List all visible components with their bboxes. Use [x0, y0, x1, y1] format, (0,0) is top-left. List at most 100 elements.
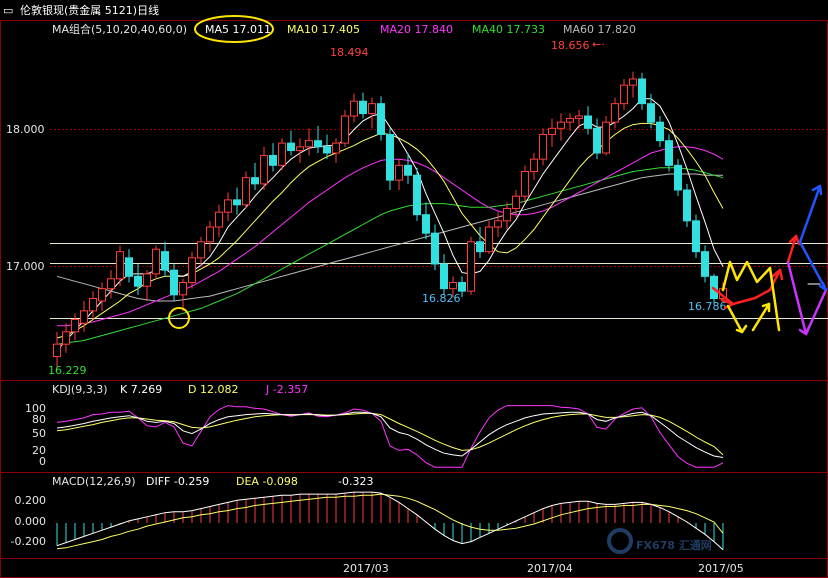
candle — [251, 162, 259, 190]
candle-body — [350, 100, 358, 117]
candle-body — [188, 257, 196, 284]
projection-blue-up-path — [798, 184, 822, 244]
watermark: FX678 汇通网 — [607, 528, 712, 554]
candle-body — [431, 232, 439, 265]
candle-body — [98, 288, 106, 302]
chart-frame — [0, 20, 828, 578]
candle — [152, 245, 160, 279]
candle-body — [134, 275, 142, 287]
macd-tick-neg0200: -0.200 — [11, 535, 46, 548]
candle-body — [701, 251, 709, 277]
macd-series — [56, 491, 724, 551]
candle-body — [179, 282, 187, 296]
candle-body — [602, 121, 610, 154]
candle — [674, 159, 682, 197]
ma60-label: MA60 17.820 — [563, 23, 636, 36]
candle — [629, 71, 637, 98]
window-title: 伦敦银现(贵金属 5121)日线 — [20, 3, 159, 17]
candle-body — [575, 115, 583, 119]
ma-legend: MA组合(5,10,20,40,60,0) MA5 17.011 MA10 17… — [52, 15, 636, 43]
candle-body — [161, 251, 169, 271]
candle — [224, 192, 232, 221]
chart-window: ▭ 伦敦银现(贵金属 5121)日线 MA组合(5,10,20,40,60,0)… — [0, 0, 828, 578]
candle — [413, 167, 421, 221]
candle — [170, 264, 178, 301]
macd-tick-0200: 0.200 — [15, 494, 47, 507]
candle — [422, 202, 430, 240]
candle-body — [449, 282, 457, 290]
projection-magenta-up-path — [804, 288, 828, 336]
kdj-axis: 100 80 50 20 0 — [25, 402, 46, 468]
candle-body — [152, 248, 160, 275]
candle-body — [395, 164, 403, 181]
date-axis: 2017/03 2017/04 2017/05 — [343, 562, 744, 575]
kdj-name-label: KDJ(9,3,3) — [52, 383, 108, 396]
low-label-1: 16.826 — [422, 292, 461, 305]
candle — [143, 270, 151, 301]
macd-tick-0000: 0.000 — [15, 515, 47, 528]
candle — [539, 128, 547, 166]
candle — [89, 291, 97, 320]
candle — [476, 227, 484, 258]
candle-body — [512, 195, 520, 210]
candle — [620, 79, 628, 110]
candle — [602, 116, 610, 156]
candle-body — [566, 117, 574, 123]
candle — [638, 72, 646, 110]
kdj-d-label: D 12.082 — [188, 383, 238, 396]
date-tick-2017-03: 2017/03 — [343, 562, 389, 575]
candle-body — [557, 121, 565, 129]
watermark-text: FX678 汇通网 — [636, 539, 712, 552]
candle — [566, 113, 574, 131]
candle — [341, 109, 349, 147]
macd-name-label: MACD(12,26,9) — [52, 475, 136, 488]
candle-body — [242, 177, 250, 206]
watermark-logo-icon — [607, 528, 633, 554]
candle — [395, 159, 403, 190]
kdj-tick-0: 0 — [39, 455, 46, 468]
candle-body — [692, 220, 700, 253]
candle — [485, 220, 493, 255]
ma-group-label: MA组合(5,10,20,40,60,0) — [52, 22, 187, 36]
candle-body — [71, 319, 79, 333]
candle-body — [683, 189, 691, 222]
price-tick-18000: 18.000 — [6, 123, 45, 136]
kdj-d-line — [56, 412, 724, 456]
candle — [188, 251, 196, 289]
candle-body — [476, 241, 484, 253]
candle-body — [296, 146, 304, 152]
candle — [197, 236, 205, 267]
candle — [233, 187, 241, 215]
candle — [440, 254, 448, 295]
high-label-1: 18.494 — [330, 46, 369, 59]
candle-body — [341, 115, 349, 144]
candle — [359, 92, 367, 119]
candle — [656, 116, 664, 147]
candle — [548, 118, 556, 147]
candle — [278, 138, 286, 171]
macd-dea-label: DEA -0.098 — [236, 475, 298, 488]
candle-body — [359, 100, 367, 115]
candle-body — [386, 134, 394, 181]
candle-body — [143, 273, 151, 287]
candle — [71, 313, 79, 341]
candle-body — [494, 220, 502, 228]
candle-body — [332, 142, 340, 154]
chart-canvas[interactable]: ▭ 伦敦银现(贵金属 5121)日线 MA组合(5,10,20,40,60,0)… — [0, 0, 828, 578]
candle-body — [260, 154, 268, 185]
candle-body — [539, 134, 547, 160]
candle-body — [116, 251, 124, 280]
candle-body — [197, 241, 205, 259]
candle-body — [368, 103, 376, 115]
candle-body — [269, 154, 277, 166]
collapse-icon[interactable]: ▭ — [3, 4, 13, 17]
candle-body — [530, 158, 538, 173]
candle — [242, 171, 250, 209]
ma60-line — [56, 173, 723, 302]
candle-body — [674, 164, 682, 191]
candle — [593, 118, 601, 160]
candle — [494, 212, 502, 237]
candle-body — [305, 140, 313, 148]
candle — [431, 224, 439, 271]
candle-body — [233, 199, 241, 206]
